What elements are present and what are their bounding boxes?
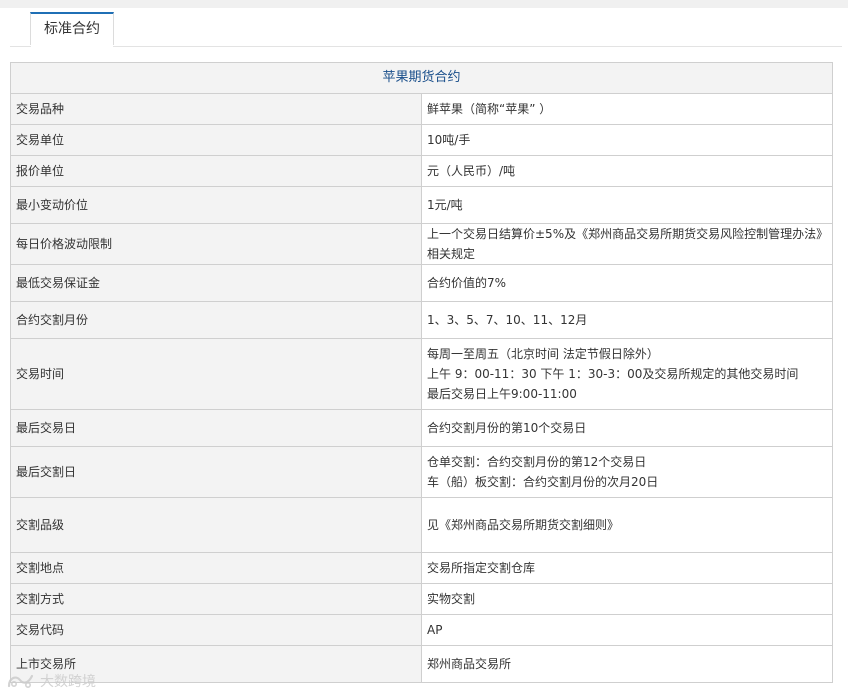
row-label: 交割方式 (10, 583, 422, 615)
row-value-line: 最后交易日上午9:00-11:00 (427, 387, 577, 401)
row-label: 交割品级 (10, 497, 422, 553)
row-value: 元（人民币）/吨 (421, 155, 833, 187)
row-label: 最后交易日 (10, 409, 422, 447)
row-value-line: 上一个交易日结算价±5%及《郑州商品交易所期货交易风险控制管理办法》相关规定 (427, 227, 823, 261)
row-value: 实物交割 (421, 583, 833, 615)
row-value: 合约价值的7% (421, 264, 833, 302)
row-label: 合约交割月份 (10, 301, 422, 339)
table-row: 最小变动价位 1元/吨 (10, 186, 833, 224)
table-row: 每日价格波动限制 上一个交易日结算价±5%及《郑州商品交易所期货交易风险控制管理办… (10, 223, 833, 265)
row-label: 最后交割日 (10, 446, 422, 498)
table-row: 交易品种 鲜苹果（简称“苹果” ） (10, 93, 833, 125)
row-value-line: 每周一至周五（北京时间 法定节假日除外） (427, 347, 659, 361)
table-row: 上市交易所 郑州商品交易所 (10, 645, 833, 683)
row-value-line: 鲜苹果（简称“苹果” ） (427, 102, 552, 116)
watermark-logo-icon (7, 674, 34, 689)
row-value: 合约交割月份的第10个交易日 (421, 409, 833, 447)
table-title: 苹果期货合约 (10, 62, 833, 94)
table-row: 最后交易日 合约交割月份的第10个交易日 (10, 409, 833, 447)
row-value: 每周一至周五（北京时间 法定节假日除外） 上午 9：00-11：30 下午 1：3… (421, 338, 833, 410)
row-label: 交易时间 (10, 338, 422, 410)
top-strip (0, 0, 848, 8)
row-value-line: 10吨/手 (427, 133, 471, 147)
row-value-line: AP (427, 623, 443, 637)
table-row: 最低交易保证金 合约价值的7% (10, 264, 833, 302)
row-value-line: 元（人民币）/吨 (427, 164, 516, 178)
row-value: 上一个交易日结算价±5%及《郑州商品交易所期货交易风险控制管理办法》相关规定 (421, 223, 833, 265)
table-row: 交易代码 AP (10, 614, 833, 646)
table-row: 报价单位 元（人民币）/吨 (10, 155, 833, 187)
row-value: 鲜苹果（简称“苹果” ） (421, 93, 833, 125)
row-label: 每日价格波动限制 (10, 223, 422, 265)
row-value-line: 交易所指定交割仓库 (427, 561, 536, 575)
table-title-row: 苹果期货合约 (10, 62, 833, 94)
row-value: AP (421, 614, 833, 646)
row-value-line: 车（船）板交割：合约交割月份的次月20日 (427, 475, 659, 489)
watermark-text: 大数跨境 (40, 674, 96, 690)
tab-standard-contract[interactable]: 标准合约 (30, 12, 114, 47)
row-value-line: 见《郑州商品交易所期货交割细则》 (427, 518, 620, 532)
row-value: 10吨/手 (421, 124, 833, 156)
contract-spec-table: 苹果期货合约 交易品种 鲜苹果（简称“苹果” ）交易单位 10吨/手 报价单位 元（人… (10, 62, 833, 683)
row-value-line: 仓单交割：合约交割月份的第12个交易日 (427, 455, 647, 469)
row-value-line: 合约交割月份的第10个交易日 (427, 421, 587, 435)
row-value-line: 实物交割 (427, 592, 476, 606)
row-label: 交易品种 (10, 93, 422, 125)
table-row: 交易时间 每周一至周五（北京时间 法定节假日除外） 上午 9：00-11：30 下午… (10, 338, 833, 410)
row-value: 仓单交割：合约交割月份的第12个交易日 车（船）板交割：合约交割月份的次月20日 (421, 446, 833, 498)
table-row: 合约交割月份 1、3、5、7、10、11、12月 (10, 301, 833, 339)
row-value: 交易所指定交割仓库 (421, 552, 833, 584)
table-body: 交易品种 鲜苹果（简称“苹果” ）交易单位 10吨/手 报价单位 元（人民币）/吨 最小… (10, 93, 833, 683)
tab-bar: 标准合约 (10, 12, 842, 47)
table-row: 最后交割日 仓单交割：合约交割月份的第12个交易日 车（船）板交割：合约交割月份的次… (10, 446, 833, 498)
watermark: 大数跨境 (6, 670, 96, 692)
row-value-line: 合约价值的7% (427, 276, 507, 290)
row-label: 报价单位 (10, 155, 422, 187)
row-value: 见《郑州商品交易所期货交割细则》 (421, 497, 833, 553)
table-row: 交割方式 实物交割 (10, 583, 833, 615)
row-value-line: 上午 9：00-11：30 下午 1：30-3：00及交易所规定的其他交易时间 (427, 367, 799, 381)
row-value-line: 1元/吨 (427, 198, 463, 212)
row-label: 最低交易保证金 (10, 264, 422, 302)
row-label: 交易单位 (10, 124, 422, 156)
row-label: 交易代码 (10, 614, 422, 646)
row-value: 1元/吨 (421, 186, 833, 224)
table-row: 交易单位 10吨/手 (10, 124, 833, 156)
row-label: 交割地点 (10, 552, 422, 584)
row-value-line: 郑州商品交易所 (427, 657, 512, 671)
table-row: 交割品级 见《郑州商品交易所期货交割细则》 (10, 497, 833, 553)
row-value-line: 1、3、5、7、10、11、12月 (427, 313, 588, 327)
table-row: 交割地点 交易所指定交割仓库 (10, 552, 833, 584)
row-value: 郑州商品交易所 (421, 645, 833, 683)
row-value: 1、3、5、7、10、11、12月 (421, 301, 833, 339)
row-label: 最小变动价位 (10, 186, 422, 224)
